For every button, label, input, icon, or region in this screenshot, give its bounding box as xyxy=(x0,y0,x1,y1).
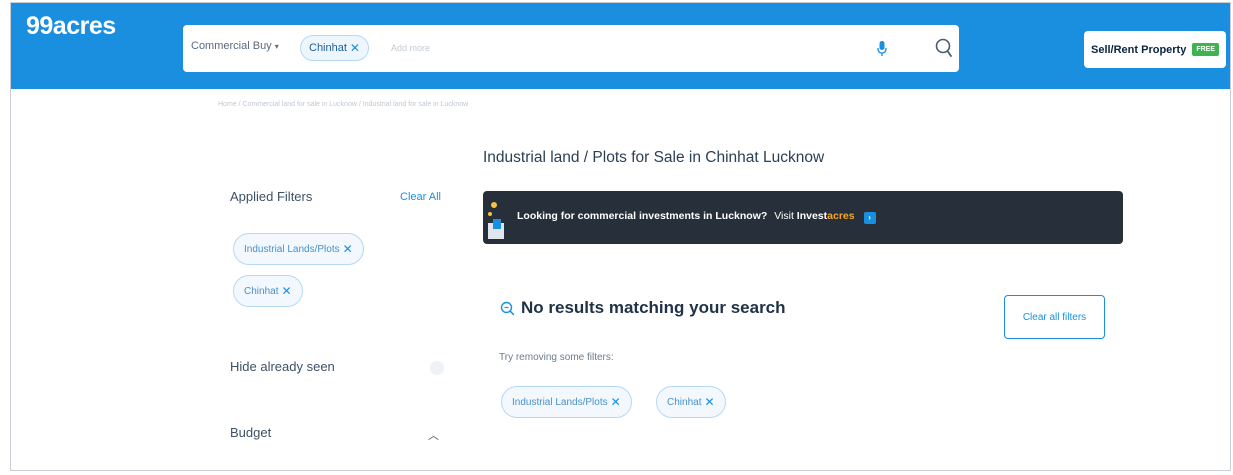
page-title: Industrial land / Plots for Sale in Chin… xyxy=(483,149,825,166)
banner-text: Looking for commercial investments in Lu… xyxy=(517,210,876,224)
investacres-brand-acres: acres xyxy=(827,210,855,222)
free-badge: FREE xyxy=(1192,43,1220,56)
close-icon[interactable]: ✕ xyxy=(704,395,714,409)
close-icon[interactable]: ✕ xyxy=(350,41,360,55)
no-results-text: No results matching your search xyxy=(521,298,786,317)
search-bar: Commercial Buy ▾ Chinhat ✕ xyxy=(183,25,959,72)
microphone-icon[interactable] xyxy=(876,40,888,58)
suggested-filter-chip[interactable]: Chinhat ✕ xyxy=(656,386,726,418)
close-icon[interactable]: ✕ xyxy=(281,284,291,298)
page-frame: 99acres Commercial Buy ▾ Chinhat ✕ Se xyxy=(10,2,1231,471)
filter-chip-label: Chinhat xyxy=(244,285,279,297)
top-header: 99acres Commercial Buy ▾ Chinhat ✕ Se xyxy=(11,3,1230,89)
sell-rent-property-button[interactable]: Sell/Rent Property FREE xyxy=(1084,31,1226,68)
suggested-filter-chip[interactable]: Industrial Lands/Plots ✕ xyxy=(501,386,632,418)
clear-all-link[interactable]: Clear All xyxy=(400,191,441,203)
investacres-brand-invest: Invest xyxy=(796,210,828,222)
site-logo[interactable]: 99acres xyxy=(26,12,116,41)
close-icon[interactable]: ✕ xyxy=(611,395,621,409)
budget-section-heading[interactable]: Budget xyxy=(230,425,271,440)
location-chip[interactable]: Chinhat ✕ xyxy=(300,35,369,61)
filter-chip-label: Industrial Lands/Plots xyxy=(512,396,608,408)
close-icon[interactable]: ✕ xyxy=(343,242,353,256)
zoom-search-icon xyxy=(500,301,515,315)
investment-illustration-icon xyxy=(488,202,504,239)
sell-rent-label: Sell/Rent Property xyxy=(1090,43,1187,56)
location-chip-label: Chinhat xyxy=(309,42,347,54)
applied-filters-heading: Applied Filters xyxy=(230,189,313,204)
arrow-right-icon[interactable]: › xyxy=(863,212,876,224)
chevron-up-icon[interactable]: ︿ xyxy=(428,427,439,443)
add-more-input[interactable] xyxy=(391,40,861,56)
no-results-heading: No results matching your search xyxy=(500,298,786,318)
applied-filter-chip[interactable]: Industrial Lands/Plots ✕ xyxy=(233,233,364,265)
try-removing-hint: Try removing some filters: xyxy=(499,352,614,363)
filter-chip-label: Chinhat xyxy=(667,396,702,408)
investacres-banner[interactable]: Looking for commercial investments in Lu… xyxy=(483,191,1123,244)
breadcrumb[interactable]: Home / Commercial land for sale in Luckn… xyxy=(218,101,468,108)
hide-already-seen-label: Hide already seen xyxy=(230,359,335,374)
chevron-down-icon: ▾ xyxy=(274,41,279,51)
clear-all-filters-button[interactable]: Clear all filters xyxy=(1004,295,1105,339)
property-type-dropdown[interactable]: Commercial Buy ▾ xyxy=(191,40,279,52)
banner-visit: Visit xyxy=(774,210,794,222)
property-type-label: Commercial Buy xyxy=(191,40,272,52)
search-icon[interactable] xyxy=(934,37,954,59)
hide-seen-toggle[interactable] xyxy=(430,361,444,375)
banner-message: Looking for commercial investments in Lu… xyxy=(517,210,768,222)
filter-chip-label: Industrial Lands/Plots xyxy=(244,243,340,255)
applied-filter-chip[interactable]: Chinhat ✕ xyxy=(233,275,303,307)
